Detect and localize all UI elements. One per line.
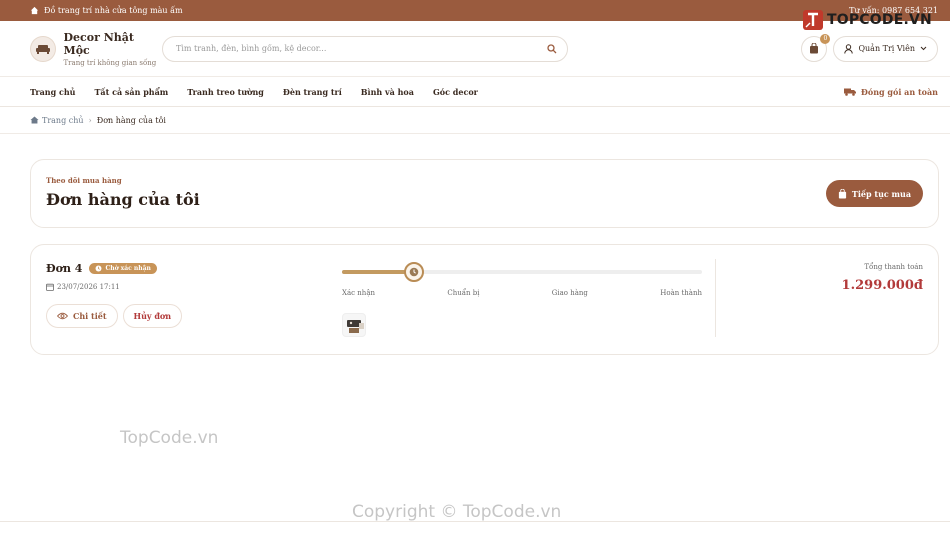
- status-text: Chờ xác nhận: [105, 265, 151, 272]
- search-input[interactable]: [176, 44, 516, 53]
- topcode-logo-icon: [803, 10, 823, 30]
- brand-name: Decor Nhật Mộc: [63, 30, 134, 57]
- order-detail-label: Chi tiết: [73, 311, 107, 321]
- cancel-order-button[interactable]: Hủy đơn: [122, 304, 183, 328]
- order-detail-button[interactable]: Chi tiết: [46, 304, 118, 328]
- user-menu-button[interactable]: Quản Trị Viên: [833, 35, 938, 62]
- order-id: Đơn 4: [46, 262, 83, 275]
- shopping-bag-icon: [838, 188, 847, 198]
- breadcrumb-home[interactable]: Trang chủ: [30, 116, 84, 125]
- order-total: Tổng thanh toán 1.299.000đ: [842, 263, 923, 293]
- search-box: [162, 35, 568, 62]
- step-prepare: Chuẩn bị: [447, 289, 480, 297]
- breadcrumb-home-label: Trang chủ: [42, 115, 84, 125]
- step-shipping: Giao hàng: [551, 289, 588, 297]
- order-total-value: 1.299.000đ: [841, 278, 923, 293]
- divider: [715, 259, 716, 337]
- clock-icon: [95, 265, 102, 272]
- watermark-center: TopCode.vn: [120, 428, 219, 448]
- main-nav: Trang chủ Tất cả sản phẩm Tranh treo tườ…: [0, 77, 950, 107]
- progress-steps: Xác nhận Chuẩn bị Giao hàng Hoàn thành: [342, 289, 702, 297]
- home-icon: [30, 6, 39, 15]
- truck-icon: [843, 88, 856, 96]
- header-actions: 0 Quản Trị Viên: [801, 33, 938, 62]
- calendar-icon: [46, 283, 54, 291]
- product-thumbnail[interactable]: [342, 313, 366, 337]
- nav-item-vases[interactable]: Bình và hoa: [361, 87, 414, 97]
- breadcrumb: Trang chủ › Đơn hàng của tôi: [0, 107, 950, 134]
- order-card: Đơn 4 Chờ xác nhận 23/07/2026 17:11 Chi …: [30, 244, 939, 355]
- status-badge: Chờ xác nhận: [89, 263, 157, 274]
- brand-tagline: Trang trí không gian sống: [63, 58, 157, 67]
- watermark-logo: TOPCODE.VN: [802, 9, 932, 31]
- sofa-icon: [30, 35, 56, 62]
- watermark-logo-text: TOPCODE.VN: [827, 12, 932, 28]
- order-actions: Chi tiết Hủy đơn: [46, 304, 183, 328]
- nav-item-home[interactable]: Trang chủ: [30, 87, 75, 97]
- shipping-note-text: Đóng gói an toàn: [860, 86, 938, 97]
- clock-icon: [409, 267, 419, 277]
- nav-item-wall-art[interactable]: Tranh treo tường: [187, 87, 264, 97]
- order-total-label: Tổng thanh toán: [864, 263, 923, 271]
- brand-logo[interactable]: Decor Nhật Mộc Trang trí không gian sống: [30, 31, 162, 67]
- cart-button[interactable]: 0: [801, 33, 831, 62]
- step-complete: Hoàn thành: [660, 289, 702, 297]
- page-header-card: Theo dõi mua hàng Đơn hàng của tôi Tiếp …: [30, 159, 939, 228]
- order-summary: Đơn 4 Chờ xác nhận 23/07/2026 17:11 Chi …: [46, 262, 183, 328]
- page-eyebrow: Theo dõi mua hàng: [46, 176, 122, 185]
- progress-track: [342, 270, 702, 274]
- breadcrumb-current: Đơn hàng của tôi: [96, 115, 166, 125]
- order-date-text: 23/07/2026 17:11: [57, 283, 120, 291]
- nav-item-lamps[interactable]: Đèn trang trí: [283, 87, 342, 97]
- order-date: 23/07/2026 17:11: [46, 283, 182, 291]
- promo: Đồ trang trí nhà cửa tông màu ấm: [30, 6, 183, 15]
- watermark-copyright: Copyright © TopCode.vn: [352, 502, 562, 522]
- cancel-order-label: Hủy đơn: [133, 311, 172, 321]
- page-title: Đơn hàng của tôi: [46, 190, 200, 209]
- chevron-right-icon: ›: [88, 115, 92, 125]
- step-confirm: Xác nhận: [342, 289, 376, 297]
- user-name: Quản Trị Viên: [858, 44, 915, 53]
- promo-text: Đồ trang trí nhà cửa tông màu ấm: [44, 6, 183, 15]
- user-icon: [844, 43, 854, 54]
- home-icon: [30, 116, 39, 124]
- search-icon[interactable]: [547, 43, 557, 54]
- nav-item-decor-corner[interactable]: Góc decor: [433, 87, 478, 97]
- progress-marker: [404, 262, 424, 282]
- cart-count-badge: 0: [820, 33, 831, 44]
- continue-shopping-button[interactable]: Tiếp tục mua: [825, 180, 923, 207]
- shipping-note: Đóng gói an toàn: [843, 86, 938, 97]
- continue-shopping-label: Tiếp tục mua: [851, 188, 911, 199]
- nav-item-all-products[interactable]: Tất cả sản phẩm: [94, 87, 168, 97]
- chevron-down-icon: [920, 46, 927, 51]
- eye-icon: [57, 312, 68, 320]
- shopping-bag-icon: [810, 43, 819, 54]
